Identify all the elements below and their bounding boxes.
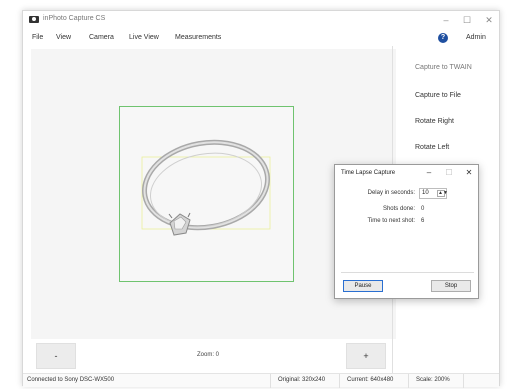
zoom-in-button[interactable]: + xyxy=(346,343,386,369)
title-bar: inPhoto Capture CS – ☐ ✕ xyxy=(23,11,499,29)
window-title: inPhoto Capture CS xyxy=(43,15,106,22)
menu-view[interactable]: View xyxy=(56,34,71,41)
menu-live-view[interactable]: Live View xyxy=(129,34,159,41)
scale-status: Scale: 200% xyxy=(416,377,450,383)
dialog-close-button[interactable]: ✕ xyxy=(463,167,475,179)
maximize-button[interactable]: ☐ xyxy=(458,13,476,27)
time-lapse-dialog: Time Lapse Capture – ☐ ✕ Delay in second… xyxy=(334,164,479,299)
next-shot-label: Time to next shot: xyxy=(367,218,415,224)
capture-frame xyxy=(119,106,294,282)
current-size-status: Current: 640x480 xyxy=(347,377,394,383)
menu-measurements[interactable]: Measurements xyxy=(175,34,221,41)
capture-to-twain-button[interactable]: Capture to TWAIN xyxy=(415,64,472,71)
zoom-label: Zoom: 0 xyxy=(197,352,220,358)
help-icon[interactable]: ? xyxy=(438,33,448,43)
rotate-left-button[interactable]: Rotate Left xyxy=(415,144,449,151)
delay-input[interactable]: 10 ▲▼ xyxy=(419,188,448,199)
rotate-right-button[interactable]: Rotate Right xyxy=(415,118,454,125)
camera-icon xyxy=(29,16,39,23)
pause-button[interactable]: Pause xyxy=(343,280,383,292)
original-size-status: Original: 320x240 xyxy=(278,377,326,383)
delay-spinner[interactable]: ▲▼ xyxy=(437,190,448,197)
delay-value: 10 xyxy=(422,190,429,196)
shots-done-label: Shots done: xyxy=(382,206,415,212)
menu-bar: File View Camera Live View Measurements … xyxy=(23,31,499,46)
menu-camera[interactable]: Camera xyxy=(89,34,114,41)
status-separator xyxy=(270,374,271,388)
delay-label: Delay in seconds: xyxy=(367,190,415,196)
ring-image xyxy=(141,139,271,236)
status-bar: Connected to Sony DSC-WX500 Original: 32… xyxy=(23,373,499,388)
dialog-separator xyxy=(341,272,474,273)
status-separator xyxy=(408,374,409,388)
status-separator xyxy=(339,374,340,388)
minimize-button[interactable]: – xyxy=(437,13,455,27)
connection-status: Connected to Sony DSC-WX500 xyxy=(27,377,115,383)
menu-file[interactable]: File xyxy=(32,34,43,41)
capture-to-file-button[interactable]: Capture to File xyxy=(415,92,461,99)
close-button[interactable]: ✕ xyxy=(480,13,498,27)
status-separator xyxy=(463,374,464,388)
stop-button[interactable]: Stop xyxy=(431,280,471,292)
dialog-title: Time Lapse Capture xyxy=(341,170,396,176)
menu-admin[interactable]: Admin xyxy=(466,34,486,41)
dialog-minimize-button[interactable]: – xyxy=(423,167,435,179)
dialog-maximize-button: ☐ xyxy=(445,168,453,177)
diamond-image xyxy=(168,212,191,236)
zoom-out-button[interactable]: - xyxy=(36,343,76,369)
next-shot-value: 6 xyxy=(421,218,425,224)
shots-done-value: 0 xyxy=(421,206,425,212)
